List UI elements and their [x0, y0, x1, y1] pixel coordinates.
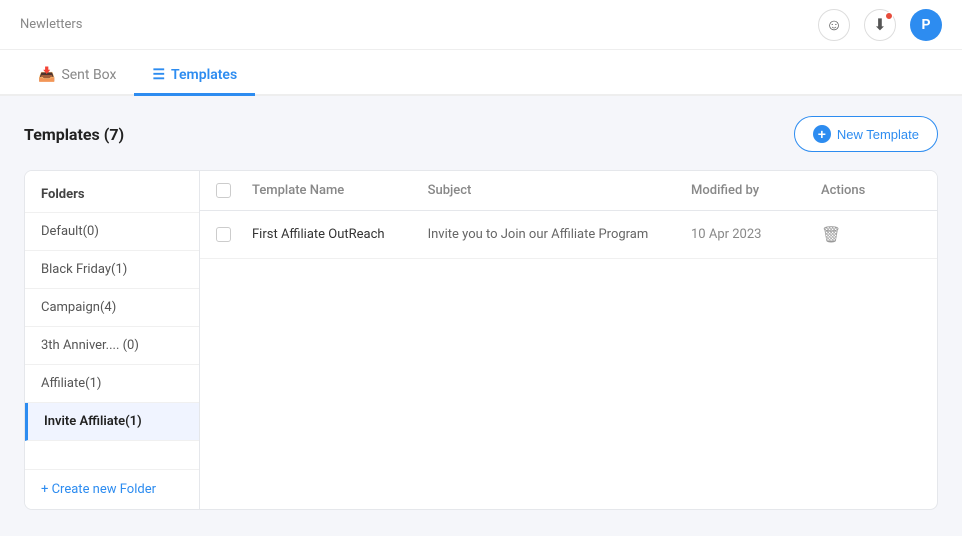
page-header: Templates (7) + New Template [24, 116, 938, 152]
header-actions: Actions [821, 183, 921, 198]
folder-item-invite[interactable]: Invite Affiliate(1) [25, 403, 199, 441]
select-all-checkbox[interactable] [216, 183, 231, 198]
folder-item-blackfriday[interactable]: Black Friday(1) [25, 251, 199, 289]
tab-sentbox[interactable]: 📥 Sent Box [20, 57, 134, 96]
folder-item-default[interactable]: Default(0) [25, 213, 199, 251]
header-checkbox-cell [216, 183, 252, 198]
tab-templates-label: Templates [171, 67, 237, 83]
header-template-name: Template Name [252, 183, 428, 198]
page-title: Templates (7) [24, 125, 124, 144]
content-area: Template Name Subject Modified by Action… [200, 171, 937, 509]
create-folder-button[interactable]: + Create new Folder [25, 469, 199, 509]
emoji-button[interactable]: ☺ [818, 9, 850, 41]
sidebar-header: Folders [25, 171, 199, 213]
page-content: Templates (7) + New Template Folders Def… [0, 96, 962, 530]
plus-circle-icon: + [813, 125, 831, 143]
row-checkbox[interactable] [216, 227, 231, 242]
delete-icon[interactable]: 🗑 [821, 225, 841, 244]
sidebar: Folders Default(0) Black Friday(1) Campa… [25, 171, 200, 509]
top-bar: Newletters ☺ ⬇ P [0, 0, 962, 50]
template-name-cell: First Affiliate OutReach [252, 227, 428, 242]
folder-item-anniver[interactable]: 3th Anniver.... (0) [25, 327, 199, 365]
app-name: Newletters [20, 17, 83, 32]
templates-icon: ☰ [152, 67, 165, 83]
new-template-button[interactable]: + New Template [794, 116, 938, 152]
row-checkbox-cell [216, 227, 252, 242]
header-subject: Subject [428, 183, 691, 198]
notification-dot [885, 12, 893, 20]
table-header: Template Name Subject Modified by Action… [200, 171, 937, 211]
sentbox-icon: 📥 [38, 67, 55, 83]
tabs-bar: 📥 Sent Box ☰ Templates [0, 50, 962, 96]
download-button[interactable]: ⬇ [864, 9, 896, 41]
folder-list: Default(0) Black Friday(1) Campaign(4) 3… [25, 213, 199, 469]
header-modified-by: Modified by [691, 183, 821, 198]
tab-templates[interactable]: ☰ Templates [134, 57, 255, 96]
main-panel: Folders Default(0) Black Friday(1) Campa… [24, 170, 938, 510]
folder-item-campaign[interactable]: Campaign(4) [25, 289, 199, 327]
table-row: First Affiliate OutReach Invite you to J… [200, 211, 937, 259]
actions-cell: 🗑 [821, 225, 921, 244]
avatar[interactable]: P [910, 9, 942, 41]
subject-cell: Invite you to Join our Affiliate Program [428, 227, 691, 242]
folder-item-affiliate[interactable]: Affiliate(1) [25, 365, 199, 403]
tab-sentbox-label: Sent Box [61, 67, 116, 83]
top-bar-actions: ☺ ⬇ P [818, 9, 942, 41]
new-template-label: New Template [837, 127, 919, 142]
modified-date-cell: 10 Apr 2023 [691, 227, 821, 242]
